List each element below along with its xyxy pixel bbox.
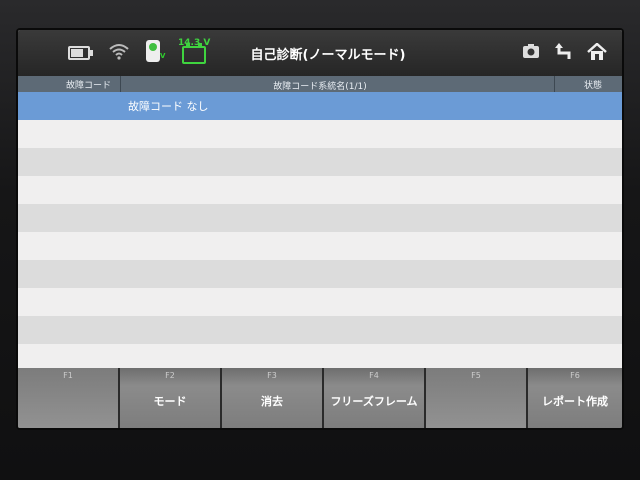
table-row-empty: [18, 204, 622, 232]
f4-number: F4: [369, 371, 379, 380]
col-state-header[interactable]: 状態: [584, 78, 602, 91]
create-report-button[interactable]: F6 レポート作成: [528, 368, 622, 428]
mode-button[interactable]: F2 モード: [120, 368, 222, 428]
f5-number: F5: [471, 371, 481, 380]
table-row-empty: [18, 288, 622, 316]
dtc-name-cell: 故障コード なし: [128, 100, 209, 113]
function-key-bar: F1 F2 モード F3 消去 F4 フリーズフレーム F5 F6 レポート作成: [18, 368, 622, 428]
home-icon[interactable]: [584, 40, 610, 66]
vci-icon: [146, 40, 160, 62]
f3-label: 消去: [261, 395, 283, 408]
table-row-empty: [18, 120, 622, 148]
table-header: 故障コード 故障コード系統名(1/1) 状態: [18, 76, 622, 92]
col-system-header[interactable]: 故障コード系統名(1/1): [18, 79, 622, 92]
freeze-frame-button[interactable]: F4 フリーズフレーム: [324, 368, 426, 428]
table-row[interactable]: 故障コード なし: [18, 92, 622, 120]
screen: V 14.3 V 自己診断(ノーマルモード) 故障コード 故障コード系統名(1/…: [18, 30, 622, 428]
f6-label: レポート作成: [542, 395, 608, 408]
f3-number: F3: [267, 371, 277, 380]
back-arrow-icon[interactable]: [551, 40, 577, 66]
table-row-empty: [18, 148, 622, 176]
f4-label: フリーズフレーム: [330, 395, 418, 408]
table-row-empty: [18, 316, 622, 344]
car-battery-icon: [182, 43, 206, 64]
table-row-empty: [18, 232, 622, 260]
page-title: 自己診断(ノーマルモード): [250, 48, 406, 63]
f1-number: F1: [63, 371, 73, 380]
wifi-icon: [108, 42, 130, 64]
vci-label: V: [160, 52, 166, 60]
f6-number: F6: [570, 371, 580, 380]
f1-button[interactable]: F1: [18, 368, 120, 428]
f2-number: F2: [165, 371, 175, 380]
f5-button[interactable]: F5: [426, 368, 528, 428]
erase-button[interactable]: F3 消去: [222, 368, 324, 428]
table-row-empty: [18, 260, 622, 288]
dtc-list: 故障コード なし: [18, 92, 622, 372]
f2-label: モード: [153, 395, 187, 408]
table-row-empty: [18, 176, 622, 204]
battery-icon: [68, 46, 93, 60]
camera-icon[interactable]: [518, 40, 544, 66]
status-bar: V 14.3 V 自己診断(ノーマルモード): [18, 30, 622, 76]
